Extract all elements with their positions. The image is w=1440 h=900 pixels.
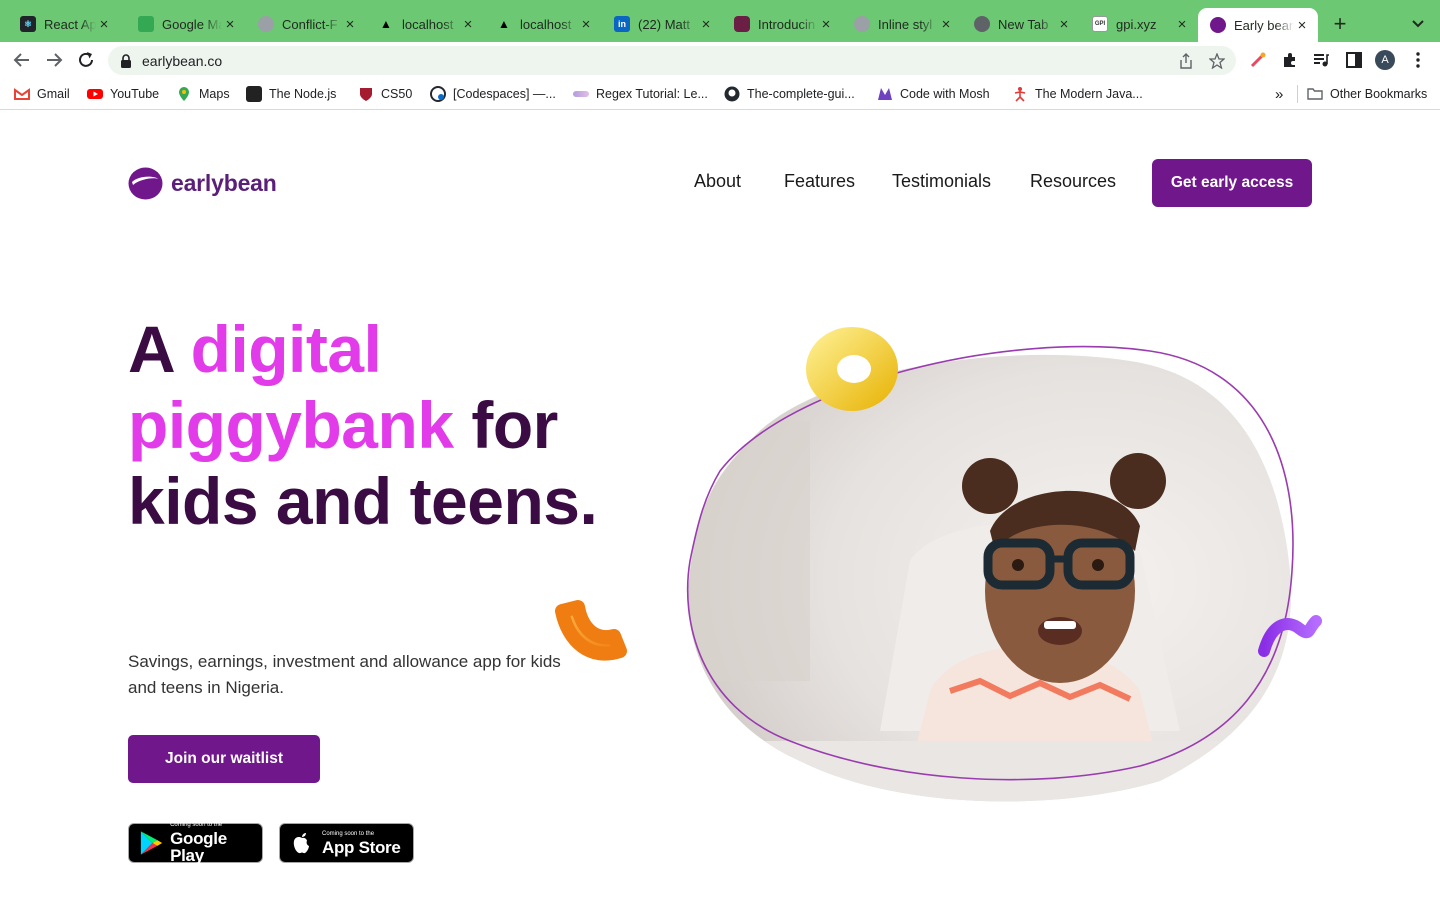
browser-tab[interactable]: ▲ localhost × [366, 8, 484, 40]
bookmarks-divider [1297, 85, 1298, 103]
earlybean-landing-page: earlybean About Features Testimonials Re… [0, 111, 1440, 900]
browser-tab-bar: ⚛ React App × Google Maps × Conflict-F ×… [0, 0, 1440, 42]
close-tab-icon[interactable]: × [96, 16, 112, 33]
close-tab-icon[interactable]: × [1174, 16, 1190, 33]
chrome-icon [974, 16, 990, 32]
react-icon: ⚛ [20, 16, 36, 32]
tab-search-icon[interactable] [1408, 14, 1428, 34]
lock-icon [121, 54, 131, 68]
brand-name: earlybean [171, 170, 277, 196]
close-tab-icon[interactable]: × [818, 16, 834, 33]
bookmark-youtube[interactable]: YouTube [87, 85, 159, 103]
nav-testimonials[interactable]: Testimonials [892, 171, 991, 192]
google-maps-icon [179, 87, 189, 101]
media-control-icon[interactable] [1312, 51, 1330, 69]
nav-about[interactable]: About [694, 171, 741, 192]
openai-icon [854, 16, 870, 32]
harvard-shield-icon [360, 88, 372, 101]
bean-logo-icon [128, 167, 163, 200]
nav-features[interactable]: Features [784, 171, 855, 192]
close-tab-icon[interactable]: × [1056, 16, 1072, 33]
github-icon [724, 86, 740, 102]
browser-tab[interactable]: in (22) Matt × [602, 8, 722, 40]
color-picker-extension-icon[interactable] [1249, 51, 1267, 69]
earlybean-logo[interactable]: earlybean [128, 167, 277, 200]
openai-icon [734, 16, 750, 32]
bookmarks-overflow-chevron[interactable]: » [1275, 85, 1283, 103]
profile-avatar[interactable]: A [1375, 50, 1395, 70]
back-arrow-icon[interactable] [10, 48, 34, 72]
browser-tab[interactable]: Introducin × [722, 8, 842, 40]
bookmark-codespaces[interactable]: [Codespaces] —... [430, 85, 556, 103]
bookmark-github[interactable]: The-complete-gui... [724, 85, 855, 103]
gmail-icon [14, 88, 30, 100]
kebab-menu-icon[interactable] [1409, 51, 1427, 69]
close-tab-icon[interactable]: × [938, 16, 954, 33]
bookmark-gmail[interactable]: Gmail [14, 85, 70, 103]
bookmark-cs50[interactable]: CS50 [358, 85, 412, 103]
regex-icon [573, 91, 589, 97]
vercel-icon: ▲ [498, 17, 510, 31]
browser-tab-active[interactable]: Early bean × [1198, 8, 1318, 42]
reload-icon[interactable] [74, 48, 98, 72]
get-early-access-button[interactable]: Get early access [1152, 159, 1312, 207]
close-tab-icon[interactable]: × [222, 16, 238, 33]
hero-subtitle: Savings, earnings, investment and allowa… [128, 652, 561, 697]
yellow-donut-shape [806, 327, 898, 411]
orange-macaroni-shape [555, 600, 627, 661]
earlybean-icon [1210, 17, 1226, 33]
hero-illustration [555, 327, 1322, 802]
openai-icon [258, 16, 274, 32]
close-tab-icon[interactable]: × [698, 16, 714, 33]
close-tab-icon[interactable]: × [460, 16, 476, 33]
mosh-icon [878, 88, 892, 100]
address-bar[interactable]: earlybean.co [108, 46, 1236, 75]
google-play-badge[interactable]: Coming soon to the Google Play [128, 822, 263, 864]
side-panel-icon[interactable] [1345, 51, 1363, 69]
join-waitlist-button[interactable]: Join our waitlist [128, 735, 320, 783]
browser-toolbar: earlybean.co A [0, 42, 1440, 78]
child-photo [688, 354, 1292, 802]
new-tab-icon[interactable]: + [1330, 12, 1350, 36]
javascript-info-icon [1014, 87, 1026, 102]
bookmark-nodejs[interactable]: The Node.js [246, 85, 336, 103]
browser-tab[interactable]: Conflict-F × [246, 8, 366, 40]
bookmarks-bar: Gmail YouTube Maps The Node.js CS50 [Cod… [0, 78, 1440, 110]
nav-resources[interactable]: Resources [1030, 171, 1116, 192]
google-maps-icon [138, 16, 154, 32]
youtube-icon [87, 89, 103, 99]
app-store-badge[interactable]: Coming soon to the App Store [279, 823, 414, 863]
bookmark-javascript[interactable]: The Modern Java... [1012, 85, 1143, 103]
browser-tab[interactable]: Google Maps × [126, 8, 246, 40]
forward-arrow-icon[interactable] [42, 48, 66, 72]
address-url: earlybean.co [142, 53, 223, 69]
browser-tab[interactable]: GPI gpi.xyz × [1080, 8, 1198, 40]
other-bookmarks[interactable]: Other Bookmarks [1307, 85, 1427, 103]
bookmark-maps[interactable]: Maps [176, 85, 230, 103]
medium-icon [246, 86, 262, 102]
vercel-icon: ▲ [380, 17, 392, 31]
share-icon[interactable] [1178, 53, 1194, 69]
close-tab-icon[interactable]: × [342, 16, 358, 33]
apple-icon [293, 833, 309, 854]
browser-tab[interactable]: New Tab × [962, 8, 1080, 40]
browser-tab[interactable]: ⚛ React App × [8, 8, 120, 40]
bookmark-regex[interactable]: Regex Tutorial: Le... [573, 85, 708, 103]
folder-icon [1307, 88, 1323, 100]
linkedin-icon: in [614, 16, 630, 32]
extensions-puzzle-icon[interactable] [1281, 51, 1299, 69]
close-tab-icon[interactable]: × [1294, 17, 1310, 34]
bookmark-mosh[interactable]: Code with Mosh [877, 85, 990, 103]
bookmark-star-icon[interactable] [1209, 53, 1225, 69]
browser-tab[interactable]: Inline styl × [842, 8, 962, 40]
browser-tab[interactable]: ▲ localhost × [484, 8, 602, 40]
codespaces-icon [430, 86, 446, 102]
close-tab-icon[interactable]: × [578, 16, 594, 33]
gpi-icon: GPI [1092, 16, 1108, 32]
google-play-icon [140, 831, 163, 855]
